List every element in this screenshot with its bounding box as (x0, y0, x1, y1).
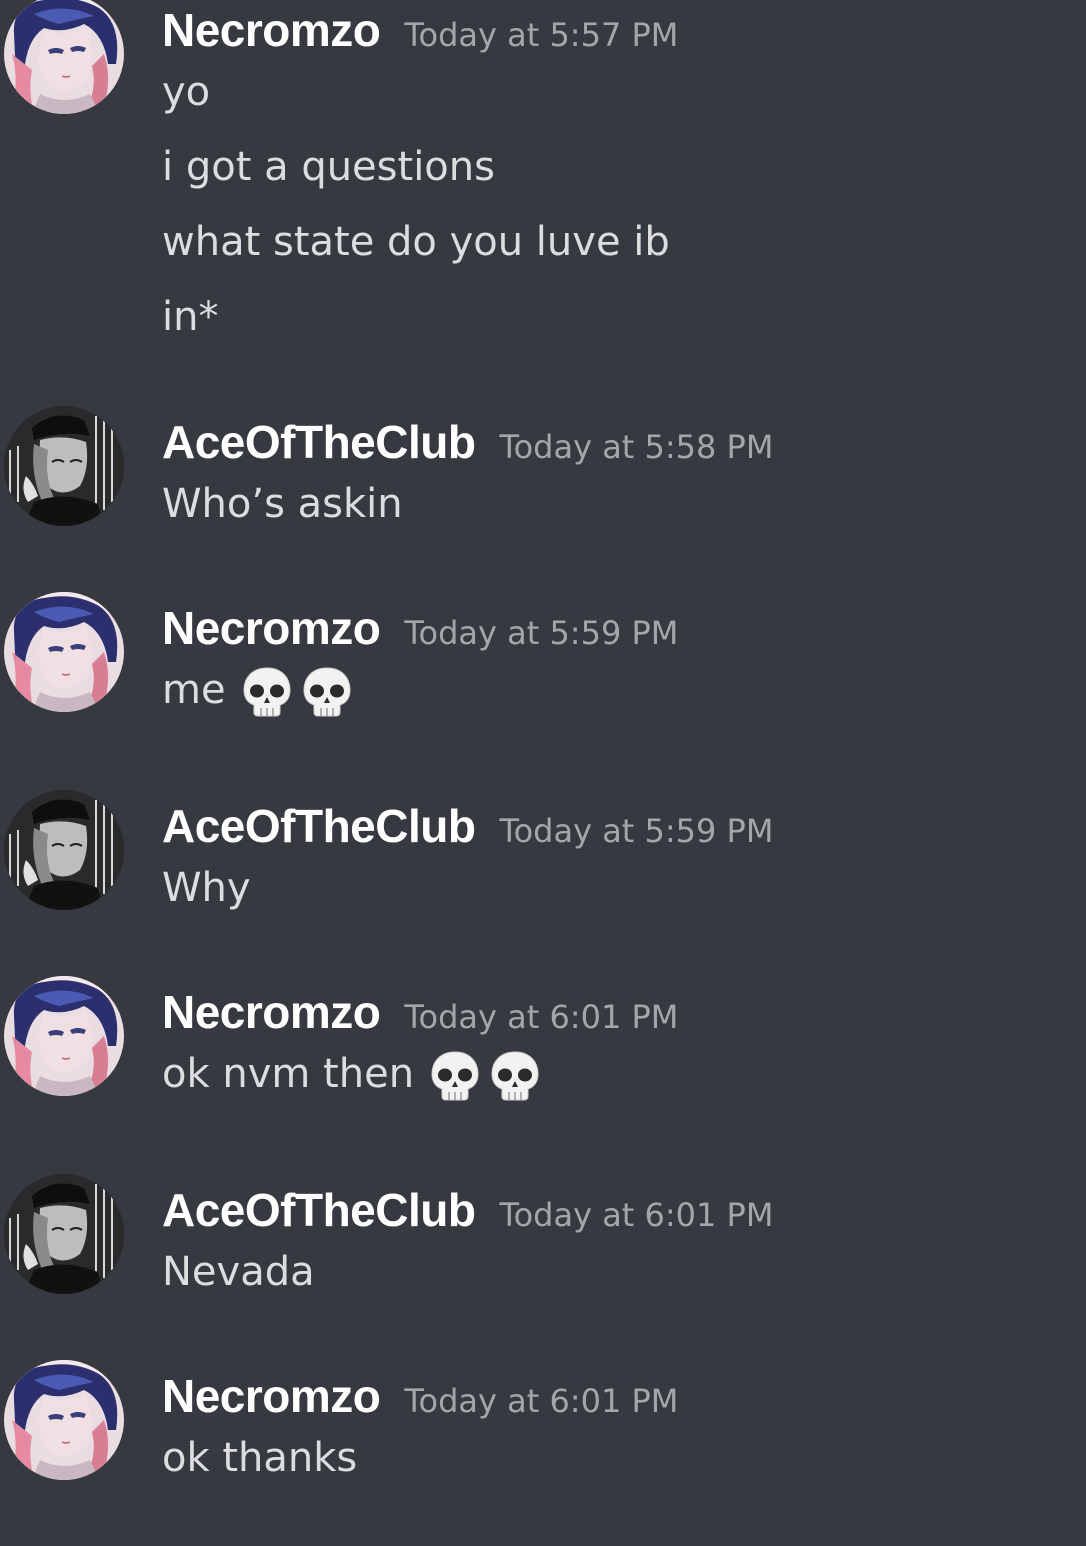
message-content: Who’s askin (162, 474, 403, 549)
necromzo-avatar[interactable] (4, 976, 124, 1096)
username[interactable]: AceOfTheClub (162, 416, 476, 468)
message-text: Nevada (162, 1249, 315, 1295)
message-text-value: ok nvm then (162, 1051, 415, 1097)
skull-emoji (490, 1050, 540, 1102)
message-text: Who’s askin (162, 481, 403, 527)
username[interactable]: Necromzo (162, 602, 381, 654)
message-content: Nevada (162, 1242, 315, 1317)
timestamp: Today at 5:58 PM (499, 428, 774, 466)
message-text: yo (162, 69, 211, 115)
skull-emoji (242, 666, 292, 718)
timestamp: Today at 5:59 PM (404, 614, 679, 652)
message-header: AceOfTheClub Today at 5:58 PM (162, 412, 773, 472)
username[interactable]: Necromzo (162, 986, 381, 1038)
message-text: me (162, 660, 352, 735)
username[interactable]: AceOfTheClub (162, 800, 476, 852)
username[interactable]: AceOfTheClub (162, 1184, 476, 1236)
timestamp: Today at 5:59 PM (499, 812, 774, 850)
timestamp: Today at 6:01 PM (404, 998, 679, 1036)
chat-message-list: Necromzo Today at 5:57 PM yo i got a ques… (0, 0, 1086, 1546)
skull-emoji (302, 666, 352, 718)
message-header: AceOfTheClub Today at 5:59 PM (162, 796, 773, 856)
message-content: yo i got a questions what state do you l… (162, 62, 670, 362)
timestamp: Today at 6:01 PM (404, 1382, 679, 1420)
skull-emoji (430, 1050, 480, 1102)
necromzo-avatar[interactable] (4, 0, 124, 114)
message-header: AceOfTheClub Today at 6:01 PM (162, 1180, 773, 1240)
message-text: in* (162, 294, 219, 340)
aceoftheclub-avatar[interactable] (4, 1174, 124, 1294)
message-text: what state do you luve ib (162, 219, 670, 265)
necromzo-avatar[interactable] (4, 592, 124, 712)
message-text: ok thanks (162, 1435, 358, 1481)
username[interactable]: Necromzo (162, 4, 381, 56)
message-content: Why (162, 858, 251, 933)
timestamp: Today at 5:57 PM (404, 16, 679, 54)
message-text-value: me (162, 667, 226, 713)
message-text: ok nvm then (162, 1044, 540, 1119)
message-content: ok thanks (162, 1428, 357, 1503)
message-content: me (162, 660, 352, 735)
aceoftheclub-avatar[interactable] (4, 790, 124, 910)
aceoftheclub-avatar[interactable] (4, 406, 124, 526)
username[interactable]: Necromzo (162, 1370, 381, 1422)
timestamp: Today at 6:01 PM (499, 1196, 774, 1234)
message-header: Necromzo Today at 5:59 PM (162, 598, 678, 658)
message-header: Necromzo Today at 6:01 PM (162, 1366, 678, 1426)
message-text: i got a questions (162, 144, 495, 190)
message-text: Why (162, 865, 251, 911)
message-header: Necromzo Today at 5:57 PM (162, 0, 678, 60)
message-header: Necromzo Today at 6:01 PM (162, 982, 678, 1042)
necromzo-avatar[interactable] (4, 1360, 124, 1480)
message-content: ok nvm then (162, 1044, 540, 1119)
